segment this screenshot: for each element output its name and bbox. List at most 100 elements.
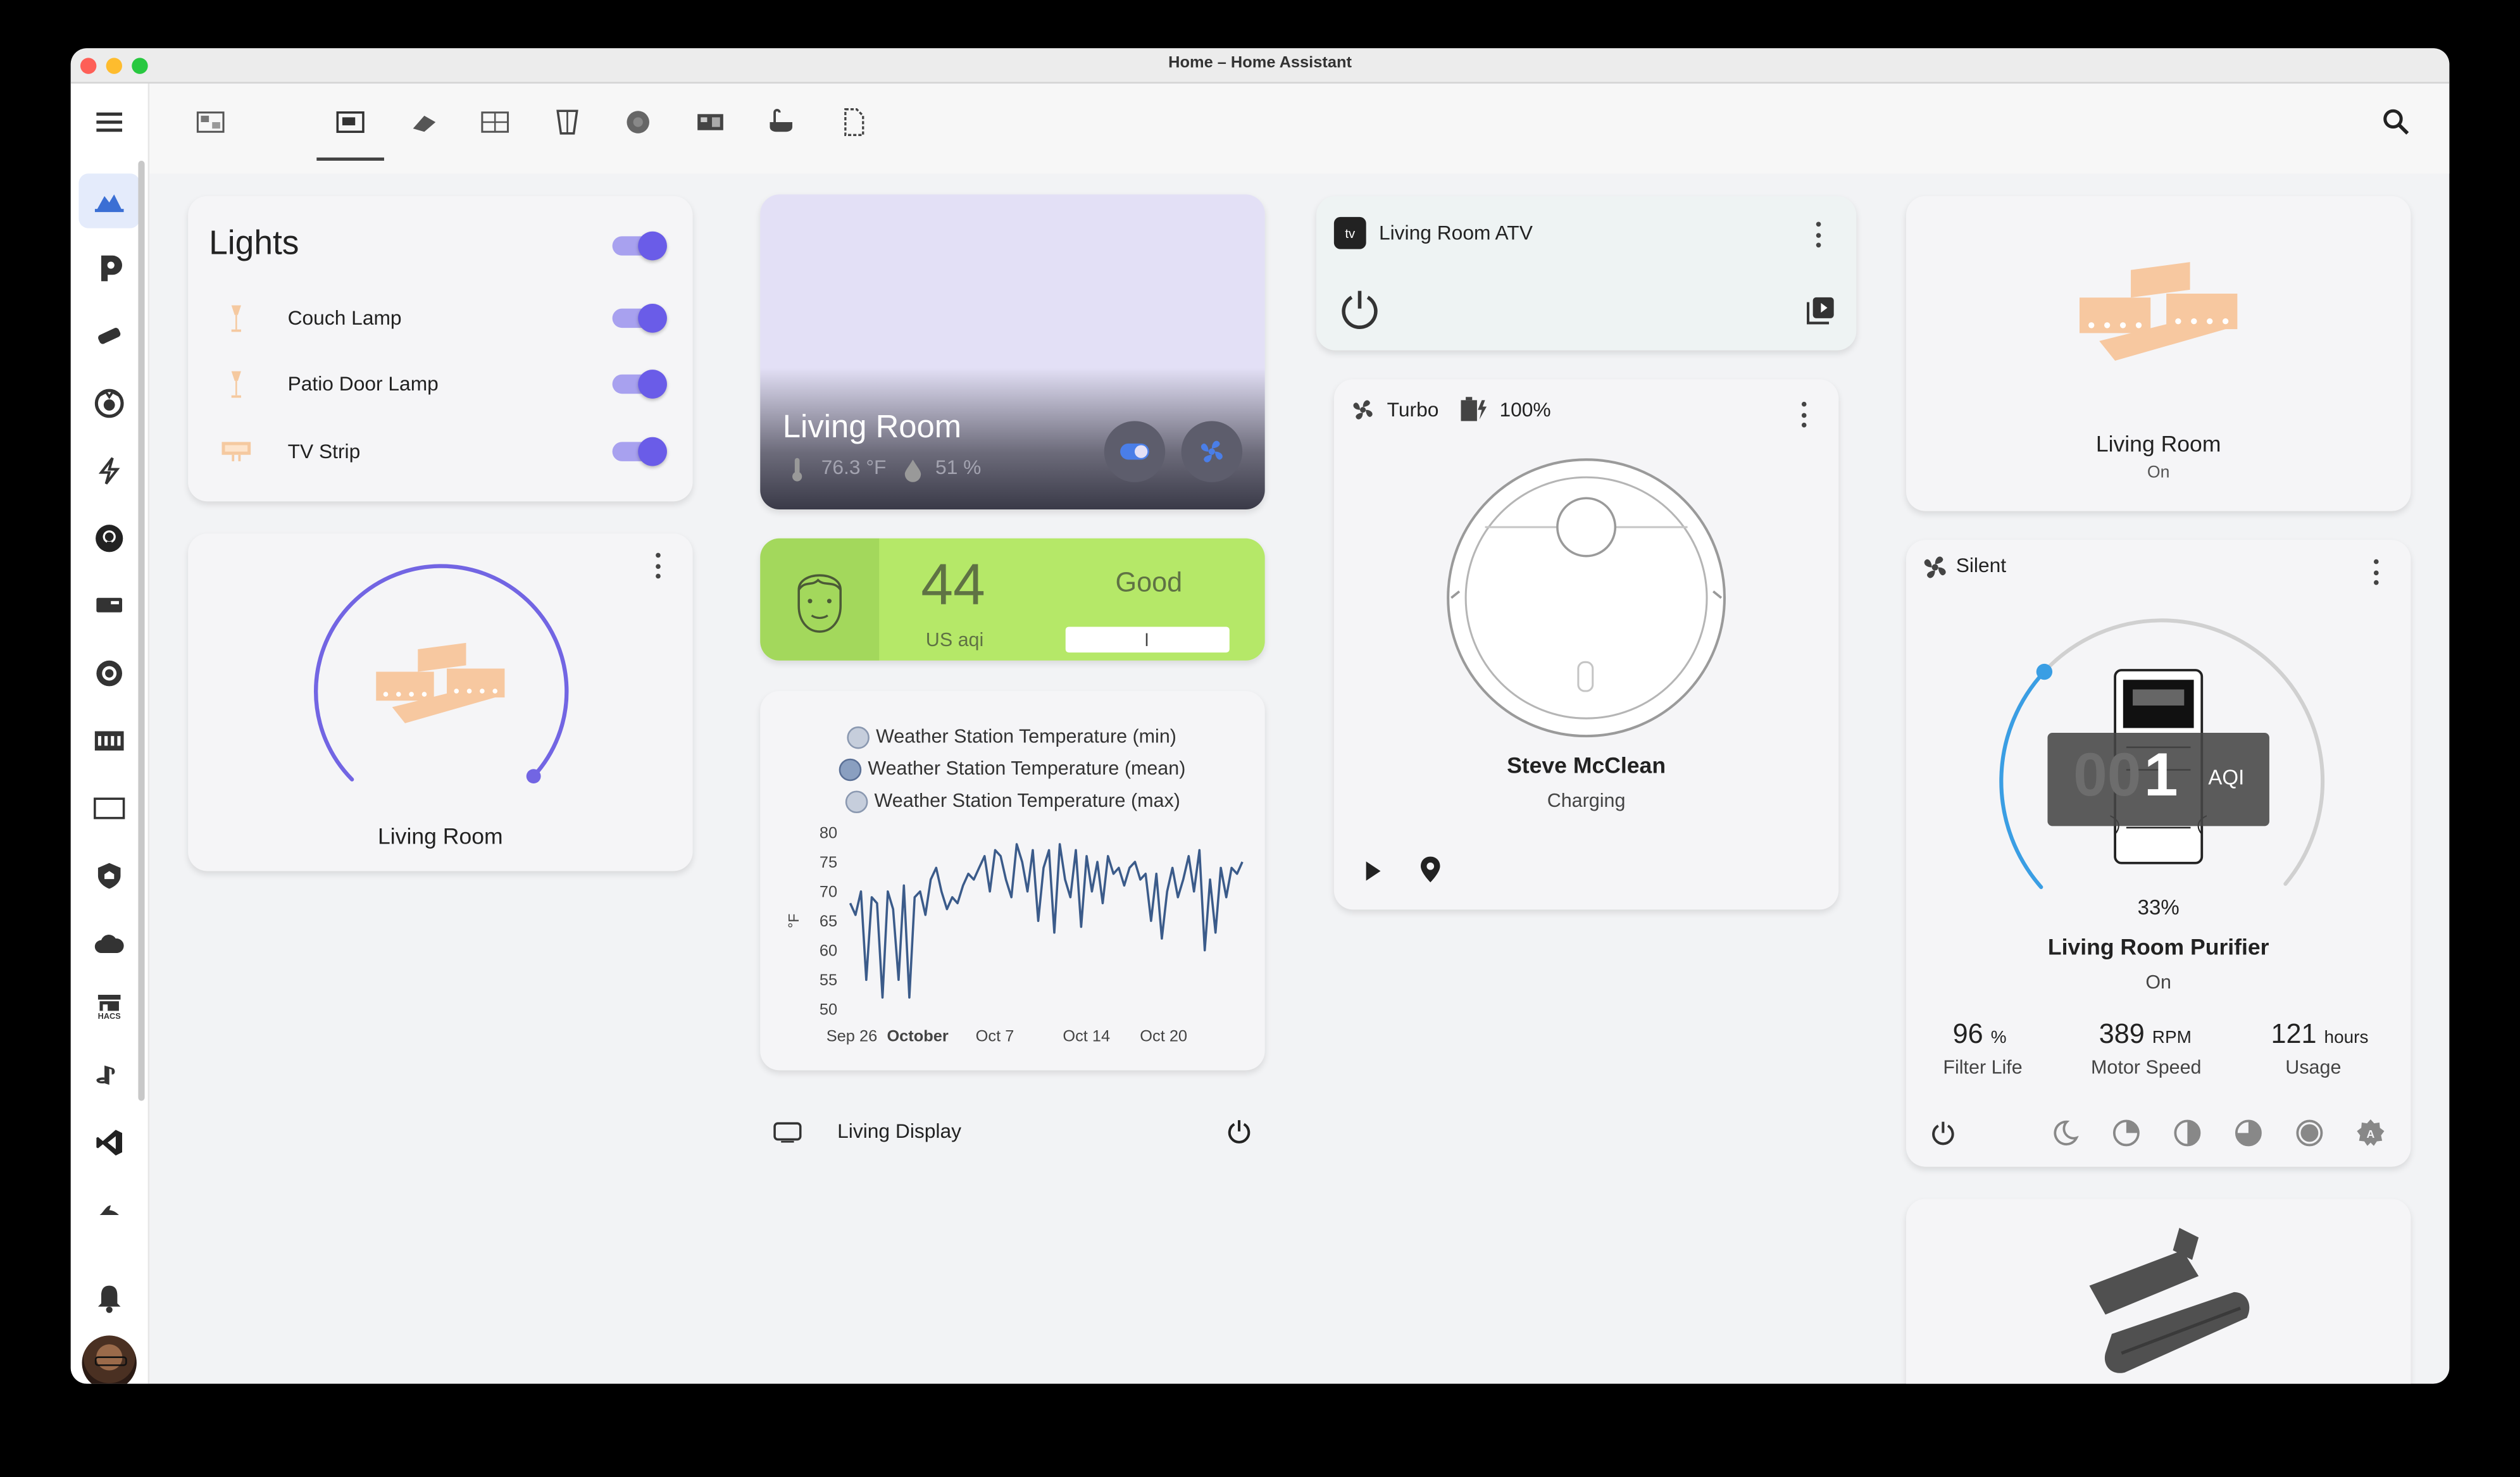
lightning-icon[interactable] <box>90 452 128 490</box>
temperature-line-chart[interactable]: 80 75 70 65 60 55 50 °F Sep 26 October Oct 7 Oct 14… <box>760 820 1264 1061</box>
y-tick-label: 70 <box>820 883 837 901</box>
light-dial-name: Living Room <box>378 823 503 849</box>
list-item[interactable]: TV Strip <box>188 423 692 480</box>
light-toggle[interactable] <box>612 437 667 466</box>
more-vert-icon[interactable] <box>1800 401 1806 428</box>
lights-master-toggle[interactable] <box>612 231 667 261</box>
list-item[interactable]: Couch Lamp <box>188 289 692 347</box>
aqi-unit: US aqi <box>925 628 984 651</box>
vacuum-fan-mode: Turbo <box>1387 398 1439 421</box>
stat-unit: hours <box>2324 1028 2369 1048</box>
speed-low-icon[interactable] <box>2112 1119 2141 1148</box>
sidebar: HACS <box>70 84 150 1384</box>
legend-label: Weather Station Temperature (mean) <box>868 757 1186 780</box>
sidebar-scrollbar[interactable] <box>138 160 145 1101</box>
lights-card: Lights Couch Lamp Patio Door Lamp TV Str… <box>188 196 693 502</box>
series-line[interactable] <box>849 843 1244 999</box>
menu-icon[interactable] <box>96 112 123 132</box>
living-display-row[interactable]: Living Display <box>760 1102 1264 1160</box>
list-item[interactable]: Patio Door Lamp <box>188 355 692 413</box>
room-toggle-button[interactable] <box>1104 421 1166 482</box>
keyboard-icon[interactable] <box>90 721 128 760</box>
living-room-tile[interactable]: Living Room On <box>1906 196 2411 511</box>
play-box-multiple-icon[interactable] <box>1807 296 1836 325</box>
y-tick-label: 50 <box>820 1001 837 1019</box>
aqi-display-box: 00 1 AQI <box>2047 733 2269 826</box>
sleep-mode-icon[interactable] <box>2051 1119 2080 1148</box>
github-icon[interactable] <box>90 519 128 558</box>
speed-high-icon[interactable] <box>2234 1119 2263 1148</box>
view-tabs-bar <box>149 84 2450 174</box>
more-vert-icon[interactable] <box>1814 221 1821 248</box>
room-fan-button[interactable] <box>1181 421 1243 482</box>
ceiling-light-icon <box>376 642 505 723</box>
floorplan-thumb-icon <box>413 115 436 132</box>
living-room-light-card: Living Room <box>188 533 693 871</box>
home-dashboard-icon[interactable] <box>90 182 128 220</box>
stat-filter-life: 96 % Filter Life <box>1906 1019 2067 1083</box>
lights-title: Lights <box>209 225 299 262</box>
cloud-icon[interactable] <box>90 924 128 963</box>
vscode-icon[interactable] <box>90 1123 128 1162</box>
view-tab-kitchen[interactable] <box>677 84 744 161</box>
view-tab-hallway[interactable] <box>533 84 601 161</box>
x-tick-label: Oct 14 <box>1063 1028 1110 1045</box>
room-temperature: 76.3 °F <box>821 456 887 479</box>
shark-icon[interactable] <box>90 1191 128 1230</box>
y-tick-label: 75 <box>820 854 837 871</box>
view-tab-living-room[interactable] <box>316 84 384 161</box>
map-marker-icon[interactable] <box>1419 855 1442 884</box>
view-tab-bedroom[interactable] <box>390 84 458 161</box>
shield-home-icon[interactable] <box>90 857 128 895</box>
light-tile-partial[interactable] <box>1906 1199 2411 1384</box>
stat-value: 389 <box>2099 1019 2145 1050</box>
rectangle-icon[interactable] <box>90 789 128 828</box>
more-vert-icon[interactable] <box>2372 559 2378 585</box>
aqi-display-value: 1 <box>2143 742 2178 810</box>
record-icon[interactable] <box>90 654 128 693</box>
fan-icon <box>1201 440 1223 463</box>
purifier-state: On <box>2145 970 2171 994</box>
tv-box-icon[interactable] <box>90 587 128 625</box>
living-display-name: Living Display <box>837 1120 961 1143</box>
play-icon[interactable] <box>1361 858 1384 884</box>
aqi-display-ghost: 00 <box>2073 742 2142 810</box>
speed-max-icon[interactable] <box>2295 1119 2324 1148</box>
hacs-icon[interactable]: HACS <box>90 988 128 1027</box>
plex-icon[interactable] <box>90 249 128 288</box>
playstation-icon[interactable] <box>90 1056 128 1095</box>
view-tab-file[interactable] <box>820 84 887 161</box>
power-icon[interactable] <box>1338 289 1380 331</box>
view-tab-cameras[interactable] <box>604 84 672 161</box>
brightness-handle <box>526 769 541 784</box>
file-document-icon <box>844 108 864 136</box>
power-icon[interactable] <box>1226 1119 1252 1145</box>
room-card[interactable]: Living Room 76.3 °F 51 % <box>760 194 1265 510</box>
light-toggle[interactable] <box>612 303 667 333</box>
power-icon[interactable] <box>1930 1120 1956 1146</box>
light-toggle[interactable] <box>612 370 667 399</box>
ceiling-light-icon <box>2080 262 2238 361</box>
view-tab-bathroom[interactable] <box>747 84 815 161</box>
stat-value: 121 <box>2271 1019 2317 1050</box>
window-title: Home – Home Assistant <box>1168 54 1352 73</box>
media-player-card: tv Living Room ATV <box>1316 196 1857 351</box>
floorplan-thumb-icon <box>481 111 509 133</box>
purifier-speed-handle <box>2036 663 2053 680</box>
view-tab-home[interactable] <box>177 84 244 161</box>
aqi-card: 44 US aqi Good <box>760 538 1265 661</box>
search-icon[interactable] <box>2382 108 2411 137</box>
telescope-icon[interactable] <box>90 316 128 355</box>
y-tick-label: 65 <box>820 913 837 930</box>
bell-icon[interactable] <box>90 1280 128 1318</box>
user-avatar[interactable] <box>82 1335 137 1384</box>
stat-unit: % <box>1990 1028 2007 1048</box>
x-tick-label: Oct 7 <box>976 1028 1014 1045</box>
aqi-face-panel <box>760 538 880 661</box>
spooky-eye-icon[interactable] <box>90 384 128 423</box>
vacuum-battery: 100% <box>1499 398 1551 421</box>
more-vert-icon[interactable] <box>654 552 661 579</box>
view-tab-office[interactable] <box>461 84 529 161</box>
speed-medium-icon[interactable] <box>2173 1119 2202 1148</box>
auto-mode-icon[interactable]: A <box>2356 1119 2385 1148</box>
